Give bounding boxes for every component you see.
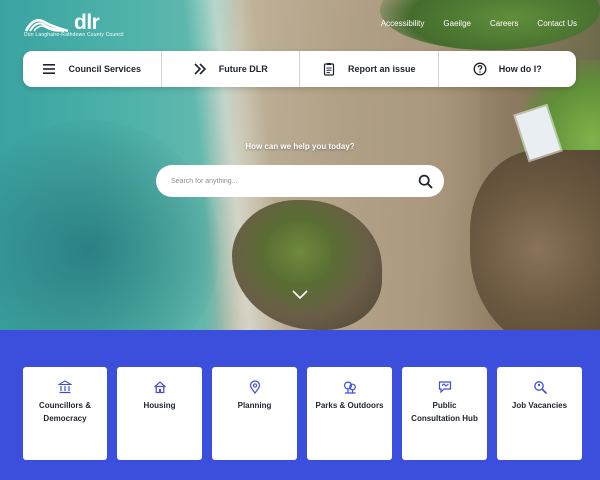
wave-logo-icon xyxy=(24,19,69,33)
tile-label: Councillors & Democracy xyxy=(38,401,91,423)
nav-future-dlr[interactable]: Future DLR xyxy=(162,51,300,87)
map-pin-icon xyxy=(249,380,260,394)
tile-label: Planning xyxy=(237,401,272,410)
tile-job-vacancies[interactable]: Job Vacancies xyxy=(497,367,582,460)
scroll-down-icon[interactable] xyxy=(292,290,308,300)
gaeilge-link[interactable]: Gaeilge xyxy=(443,19,471,28)
double-chevron-right-icon xyxy=(194,63,206,75)
service-tiles: Councillors & Democracy Housing Planning… xyxy=(23,367,582,460)
building-columns-icon xyxy=(58,380,72,394)
menu-icon xyxy=(43,64,56,74)
accessibility-link[interactable]: Accessibility xyxy=(381,19,425,28)
tile-public-consultation-hub[interactable]: Public Consultation Hub xyxy=(402,367,487,460)
tile-councillors-democracy[interactable]: Councillors & Democracy xyxy=(23,367,107,460)
tile-parks-outdoors[interactable]: Parks & Outdoors xyxy=(307,367,392,460)
tile-label: Parks & Outdoors xyxy=(315,401,384,410)
sea-area xyxy=(0,120,220,330)
nav-how-do-i[interactable]: How do I? xyxy=(439,51,577,87)
main-nav: Council Services Future DLR Report an is… xyxy=(23,51,576,87)
tile-label: Job Vacancies xyxy=(511,401,568,410)
nav-label: How do I? xyxy=(498,64,542,74)
search-box xyxy=(156,165,444,197)
search-button[interactable] xyxy=(416,172,434,190)
nav-label: Council Services xyxy=(68,64,142,74)
tree-icon xyxy=(343,381,356,394)
tile-label: Public Consultation Hub xyxy=(411,401,478,423)
tile-housing[interactable]: Housing xyxy=(117,367,202,460)
search-input[interactable] xyxy=(171,177,416,185)
logo-wordmark: dlr xyxy=(74,11,100,34)
magnifier-icon xyxy=(533,381,547,394)
rock-area xyxy=(470,150,600,330)
house-icon xyxy=(153,381,166,394)
contact-us-link[interactable]: Contact Us xyxy=(537,19,577,28)
question-circle-icon xyxy=(473,62,487,76)
utility-links: Accessibility Gaeilge Careers Contact Us xyxy=(381,19,577,28)
search-prompt: How can we help you today? xyxy=(245,142,355,151)
nav-label: Report an issue xyxy=(347,64,416,74)
nav-label: Future DLR xyxy=(218,64,268,74)
tile-label: Housing xyxy=(143,401,176,410)
nav-council-services[interactable]: Council Services xyxy=(23,51,162,87)
chat-icon xyxy=(438,381,451,394)
careers-link[interactable]: Careers xyxy=(490,19,518,28)
nav-report-issue[interactable]: Report an issue xyxy=(300,51,439,87)
tile-planning[interactable]: Planning xyxy=(212,367,297,460)
site-logo[interactable]: dlr xyxy=(24,11,100,34)
clipboard-icon xyxy=(323,63,335,76)
search-icon xyxy=(418,174,432,188)
logo-subtitle: Dún Laoghaire-Rathdown County Council xyxy=(24,32,124,38)
